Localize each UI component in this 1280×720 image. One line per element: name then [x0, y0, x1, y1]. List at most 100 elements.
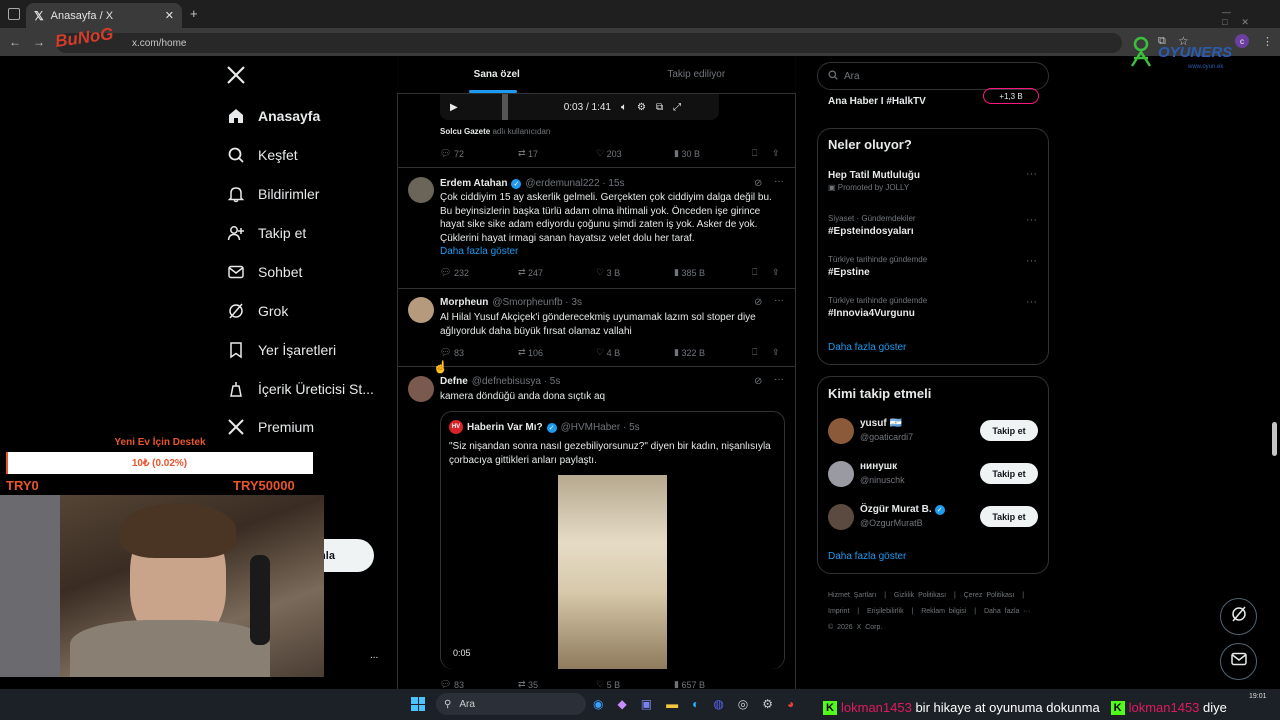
account-more-icon[interactable]: ... [370, 650, 378, 661]
avatar[interactable] [828, 461, 854, 487]
play-icon[interactable]: ▶ [450, 102, 458, 113]
follow-show-more-link[interactable]: Daha fazla göster [828, 551, 906, 562]
grok-tweet-icon[interactable]: ⊘ [754, 376, 762, 387]
forward-icon[interactable]: → [33, 35, 45, 49]
app-icon[interactable]: ◎ [738, 697, 748, 711]
grok-tweet-icon[interactable]: ⊘ [754, 178, 762, 189]
taskbar-search[interactable]: ⚲ Ara [436, 693, 586, 715]
trend-item[interactable]: Hep Tatil Mutluluğu ▣ Promoted by JOLLY [828, 170, 920, 192]
tab-close-icon[interactable]: ✕ [165, 9, 174, 22]
nav-grok[interactable]: Grok [226, 296, 288, 326]
share-icon[interactable]: ⇪ [772, 148, 780, 159]
quote-video[interactable]: 0:05 [441, 475, 784, 669]
app-icon[interactable]: ⚙ [762, 697, 773, 711]
views-button[interactable]: ▮ 385 B [674, 267, 752, 278]
footer-link[interactable]: Çerez Politikası [964, 592, 1015, 599]
trends-show-more-link[interactable]: Daha fazla göster [828, 342, 906, 353]
app-icon[interactable]: ◆ [617, 697, 626, 711]
avatar[interactable] [408, 177, 434, 203]
follow-button[interactable]: Takip et [980, 506, 1038, 527]
follow-button[interactable]: Takip et [980, 463, 1038, 484]
live-trend[interactable]: Ana Haber I #HalkTV [828, 96, 926, 107]
avatar[interactable] [408, 297, 434, 323]
video-scrub[interactable] [501, 94, 508, 120]
repost-button[interactable]: ⇄ 106 [518, 347, 596, 358]
address-bar[interactable]: x.com/home [56, 33, 1122, 53]
nav-follow[interactable]: Takip et [226, 218, 306, 248]
follow-button[interactable]: Takip et [980, 420, 1038, 441]
nav-bookmarks[interactable]: Yer İşaretleri [226, 335, 336, 365]
search-input[interactable]: Ara [817, 62, 1049, 90]
nav-notifications[interactable]: Bildirimler [226, 179, 319, 209]
footer-link[interactable]: Hizmet Şartları [828, 592, 876, 599]
like-button[interactable]: ♡ 4 B [596, 347, 674, 358]
pip-icon[interactable]: ⧉ [656, 102, 663, 113]
settings-icon[interactable]: ⚙ [637, 102, 646, 113]
page-scrollbar[interactable] [1272, 422, 1277, 456]
messages-float-button[interactable] [1220, 643, 1257, 680]
back-icon[interactable]: ← [9, 35, 21, 49]
x-logo-icon[interactable] [226, 65, 248, 87]
share-icon[interactable]: ⇪ [772, 347, 780, 358]
new-tab-button[interactable]: + [190, 6, 198, 21]
trend-more-icon[interactable]: ··· [1026, 296, 1037, 308]
start-icon[interactable] [411, 697, 425, 711]
trend-more-icon[interactable]: ··· [1026, 168, 1037, 180]
reply-button[interactable]: 💬︎ 83 [440, 347, 518, 358]
discord-icon[interactable]: ◍ [713, 697, 723, 711]
copilot-icon[interactable]: ◉ [593, 697, 603, 711]
tweet-author[interactable]: Defne [440, 376, 468, 387]
tweet-more-icon[interactable]: ··· [774, 295, 784, 306]
footer-link[interactable]: Imprint [828, 608, 849, 615]
nav-home[interactable]: Anasayfa [226, 101, 320, 131]
quote-avatar[interactable]: HV [449, 420, 463, 434]
quote-author[interactable]: Haberin Var Mı? [467, 422, 543, 433]
grok-float-button[interactable] [1220, 598, 1257, 635]
views-button[interactable]: ▮ 30 B [674, 148, 752, 159]
taskbar-clock[interactable]: 19:01 [1249, 693, 1267, 700]
repost-button[interactable]: ⇄ 247 [518, 267, 596, 278]
trend-more-icon[interactable]: ··· [1026, 214, 1037, 226]
chrome-icon[interactable]: ◕ [787, 697, 794, 711]
mute-icon[interactable]: 🔈︎ [621, 102, 627, 113]
footer-link[interactable]: Erişilebilirlik [867, 608, 904, 615]
tweet-more-icon[interactable]: ··· [774, 374, 784, 385]
browser-menu-icon[interactable]: ⋮ [1262, 35, 1273, 48]
avatar[interactable] [828, 418, 854, 444]
reply-button[interactable]: 💬︎ 72 [440, 148, 518, 159]
like-button[interactable]: ♡ 3 B [596, 267, 674, 278]
fullscreen-icon[interactable]: ⤢ [673, 102, 681, 113]
nav-creator-studio[interactable]: İçerik Üreticisi St... [226, 374, 374, 404]
bookmark-action-icon[interactable]: ⎕ [752, 148, 772, 159]
footer-link[interactable]: Gizlilik Politikası [894, 592, 946, 599]
repost-button[interactable]: ⇄ 17 [518, 148, 596, 159]
avatar[interactable] [828, 504, 854, 530]
window-controls[interactable]: —□✕ [1222, 7, 1280, 28]
nav-messages[interactable]: Sohbet [226, 257, 302, 287]
footer-link[interactable]: Reklam bilgisi [921, 608, 966, 615]
grok-tweet-icon[interactable]: ⊘ [754, 297, 762, 308]
avatar[interactable] [408, 376, 434, 402]
live-count-badge[interactable]: +1,3 B [983, 88, 1039, 104]
tweet-author[interactable]: Erdem Atahan [440, 178, 507, 189]
tweet-more-icon[interactable]: ··· [774, 176, 784, 187]
folder-icon[interactable]: ▬ [666, 697, 678, 711]
show-more-link[interactable]: Daha fazla göster [440, 245, 785, 259]
follow-suggestion[interactable]: нинушк @ninuschk Takip et [828, 461, 1038, 489]
share-icon[interactable]: ⇪ [772, 267, 780, 278]
teams-icon[interactable]: ▣ [641, 697, 652, 711]
bookmark-action-icon[interactable]: ⎕ [752, 267, 772, 278]
follow-suggestion[interactable]: yusuf 🇦🇷 @goaticardi7 Takip et [828, 418, 1038, 446]
follow-suggestion[interactable]: Özgür Murat B. ✓ @OzgurMuratB Takip et [828, 504, 1038, 532]
trend-item[interactable]: Siyaset · Gündemdekiler #Epsteindosyalar… [828, 214, 916, 237]
nav-explore[interactable]: Keşfet [226, 140, 298, 170]
bookmark-action-icon[interactable]: ⎕ [752, 347, 772, 358]
like-button[interactable]: ♡ 203 [596, 148, 674, 159]
tab-search-icon[interactable] [8, 8, 20, 20]
views-button[interactable]: ▮ 322 B [674, 347, 752, 358]
tweet-author[interactable]: Morpheun [440, 297, 488, 308]
footer-link[interactable]: Daha fazla ··· [984, 608, 1030, 615]
edge-icon[interactable]: ◐ [692, 697, 699, 711]
profile-avatar[interactable]: c [1235, 34, 1249, 48]
trend-item[interactable]: Türkiye tarihinde gündemde #Innovia4Vurg… [828, 296, 927, 319]
